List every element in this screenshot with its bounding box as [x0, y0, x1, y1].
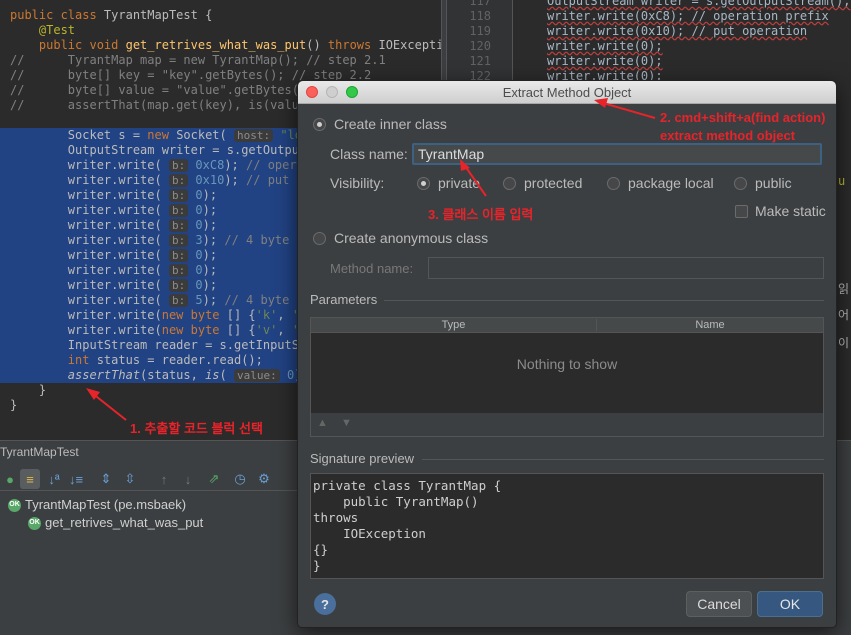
- column-type[interactable]: Type: [311, 319, 597, 331]
- make-static-label: Make static: [755, 203, 826, 219]
- visibility-public-label: public: [755, 175, 792, 191]
- dialog-titlebar[interactable]: Extract Method Object: [298, 81, 836, 104]
- create-anonymous-class-label: Create anonymous class: [334, 230, 489, 246]
- method-name-label: Method name:: [330, 261, 414, 276]
- arrow-1-shaft: [91, 392, 127, 421]
- class-name-input[interactable]: [412, 143, 822, 165]
- annotation-note-2-line-2: extract method object: [660, 128, 796, 143]
- visibility-private-label: private: [438, 175, 481, 191]
- signature-preview: private class TyrantMap { public TyrantM…: [310, 473, 824, 579]
- create-inner-class-radio[interactable]: [313, 118, 326, 131]
- ok-button[interactable]: OK: [757, 591, 823, 617]
- parameters-header: Parameters: [310, 292, 378, 307]
- create-inner-class-label: Create inner class: [334, 116, 447, 132]
- signature-line: public TyrantMap(): [313, 494, 479, 509]
- visibility-public-radio[interactable]: [734, 177, 747, 190]
- extract-method-object-dialog: Extract Method Object Create inner class…: [297, 80, 837, 628]
- method-name-input[interactable]: [428, 257, 824, 279]
- move-up-icon[interactable]: ▲: [317, 417, 328, 429]
- signature-line: {}: [313, 542, 329, 557]
- dialog-title: Extract Method Object: [502, 85, 632, 100]
- class-name-label: Class name:: [330, 146, 408, 162]
- visibility-package-local-label: package local: [628, 175, 714, 191]
- empty-state-text: Nothing to show: [516, 356, 618, 372]
- signature-preview-header: Signature preview: [310, 451, 415, 466]
- signature-line: private class TyrantMap {: [313, 478, 502, 493]
- visibility-private-radio[interactable]: [417, 177, 430, 190]
- make-static-checkbox[interactable]: [735, 205, 748, 218]
- cancel-button[interactable]: Cancel: [686, 591, 752, 617]
- parameters-divider: [384, 300, 824, 301]
- annotation-note-3: 3. 클래스 이름 입력: [428, 207, 534, 222]
- signature-divider: [422, 459, 824, 460]
- signature-line: }: [313, 558, 321, 573]
- visibility-package-local-radio[interactable]: [607, 177, 620, 190]
- signature-line: throws: [313, 510, 359, 525]
- column-name[interactable]: Name: [597, 319, 823, 331]
- annotation-note-2-line-1: 2. cmd+shift+a(find action): [660, 110, 826, 125]
- visibility-protected-label: protected: [524, 175, 583, 191]
- visibility-label: Visibility:: [330, 175, 385, 191]
- help-button[interactable]: ?: [314, 593, 336, 615]
- parameters-table-header: Type Name: [311, 318, 823, 333]
- visibility-protected-radio[interactable]: [503, 177, 516, 190]
- parameters-toolbar: ▲ ▼: [310, 413, 824, 437]
- create-anonymous-class-radio[interactable]: [313, 232, 326, 245]
- move-down-icon[interactable]: ▼: [341, 417, 352, 429]
- signature-line: IOException: [313, 526, 426, 541]
